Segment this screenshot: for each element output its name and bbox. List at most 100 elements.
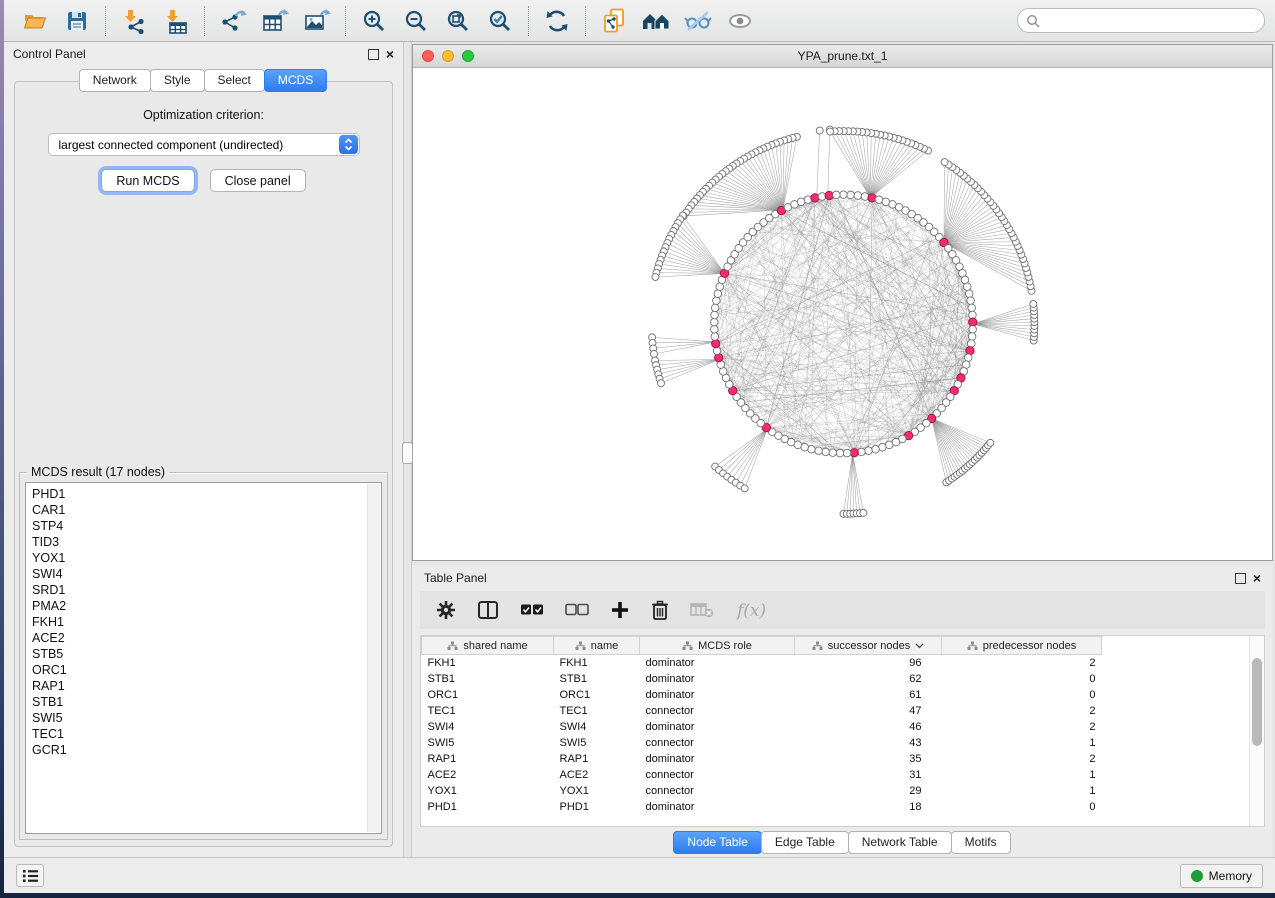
function-builder-button[interactable]: f(x) (735, 598, 773, 622)
mcds-list-scrollbar[interactable] (367, 484, 380, 832)
table-row[interactable]: SWI5SWI5connector431 (422, 735, 1250, 751)
mcds-node[interactable] (850, 449, 858, 457)
network-node[interactable] (941, 159, 948, 166)
tab-select[interactable]: Select (204, 69, 265, 92)
table-settings-button[interactable] (436, 600, 456, 620)
network-node[interactable] (652, 274, 659, 281)
tab-style[interactable]: Style (150, 69, 205, 92)
column-header-predecessor-nodes[interactable]: predecessor nodes (942, 637, 1102, 655)
window-close-icon[interactable] (422, 50, 434, 62)
mcds-result-item[interactable]: TEC1 (32, 726, 381, 742)
table-row[interactable]: SWI4SWI4dominator462 (422, 719, 1250, 735)
save-session-button[interactable] (56, 4, 98, 38)
network-node[interactable] (860, 509, 867, 516)
column-header-name[interactable]: name (554, 637, 640, 655)
network-node[interactable] (827, 128, 834, 135)
show-columns-button[interactable] (477, 600, 499, 620)
table-scrollbar[interactable] (1249, 636, 1264, 826)
mcds-result-item[interactable]: PHD1 (32, 486, 381, 502)
network-node[interactable] (713, 297, 721, 305)
mcds-node[interactable] (712, 339, 720, 347)
mcds-result-item[interactable]: SWI5 (32, 710, 381, 726)
network-node[interactable] (711, 304, 719, 312)
network-node[interactable] (963, 283, 971, 291)
network-node[interactable] (833, 191, 841, 199)
delete-table-button[interactable] (690, 601, 714, 619)
close-panel-button[interactable]: Close panel (210, 169, 306, 192)
zoom-fit-button[interactable] (437, 4, 479, 38)
tab-mcds[interactable]: MCDS (264, 69, 327, 92)
column-header-MCDS-role[interactable]: MCDS role (640, 637, 795, 655)
network-node[interactable] (711, 326, 719, 334)
first-neighbors-button[interactable] (635, 4, 677, 38)
network-node[interactable] (710, 318, 718, 326)
close-table-panel-icon[interactable]: × (1253, 574, 1261, 583)
mcds-result-item[interactable]: YOX1 (32, 550, 381, 566)
network-node[interactable] (1030, 300, 1037, 307)
export-table-button[interactable] (254, 4, 296, 38)
mcds-result-item[interactable]: GCR1 (32, 742, 381, 758)
import-table-button[interactable] (155, 4, 197, 38)
network-node[interactable] (961, 276, 969, 284)
deselect-all-button[interactable] (565, 603, 589, 617)
network-node[interactable] (967, 297, 975, 305)
column-header-successor-nodes[interactable]: successor nodes (795, 637, 942, 655)
float-panel-icon[interactable] (368, 49, 379, 60)
table-row[interactable]: ORC1ORC1dominator610 (422, 687, 1250, 703)
optimization-select[interactable]: largest connected component (undirected) (48, 133, 360, 156)
mcds-result-item[interactable]: CAR1 (32, 502, 381, 518)
tab-node-table[interactable]: Node Table (673, 831, 762, 854)
table-row[interactable]: RAP1RAP1dominator352 (422, 751, 1250, 767)
close-panel-icon[interactable]: × (386, 50, 394, 59)
network-node[interactable] (854, 192, 862, 200)
network-node[interactable] (965, 290, 973, 298)
splitter-handle[interactable] (402, 442, 413, 464)
search-input[interactable] (1045, 13, 1256, 29)
zoom-selected-button[interactable] (479, 4, 521, 38)
show-all-button[interactable] (719, 4, 761, 38)
task-history-button[interactable] (16, 864, 44, 887)
mcds-result-item[interactable]: STB5 (32, 646, 381, 662)
float-table-panel-icon[interactable] (1235, 573, 1246, 584)
memory-button[interactable]: Memory (1180, 864, 1263, 888)
select-all-button[interactable] (520, 603, 544, 617)
window-minimize-icon[interactable] (442, 50, 454, 62)
network-view[interactable] (413, 68, 1272, 560)
table-row[interactable]: TEC1TEC1connector472 (422, 703, 1250, 719)
table-row[interactable]: STB1STB1dominator620 (422, 671, 1250, 687)
mcds-result-item[interactable]: TID3 (32, 534, 381, 550)
mcds-result-item[interactable]: SRD1 (32, 582, 381, 598)
tab-motifs[interactable]: Motifs (951, 831, 1011, 854)
network-node[interactable] (657, 380, 664, 387)
network-node[interactable] (816, 127, 823, 134)
open-session-button[interactable] (14, 4, 56, 38)
network-node[interactable] (968, 304, 976, 312)
network-node[interactable] (875, 196, 883, 204)
network-node[interactable] (711, 311, 719, 319)
network-node[interactable] (879, 443, 887, 451)
network-node[interactable] (651, 350, 658, 357)
export-network-button[interactable] (212, 4, 254, 38)
network-node[interactable] (711, 333, 719, 341)
run-mcds-button[interactable]: Run MCDS (101, 169, 194, 192)
tab-network[interactable]: Network (79, 69, 151, 92)
table-row[interactable]: YOX1YOX1connector291 (422, 783, 1250, 799)
network-node[interactable] (987, 439, 994, 446)
create-column-button[interactable] (610, 600, 630, 620)
export-image-button[interactable] (296, 4, 338, 38)
mcds-result-item[interactable]: RAP1 (32, 678, 381, 694)
mcds-node[interactable] (811, 194, 819, 202)
network-node[interactable] (808, 445, 816, 453)
network-node[interactable] (822, 448, 830, 456)
table-row[interactable]: PHD1PHD1dominator180 (422, 799, 1250, 815)
import-network-button[interactable] (113, 4, 155, 38)
zoom-in-button[interactable] (353, 4, 395, 38)
clone-network-button[interactable] (593, 4, 635, 38)
table-row[interactable]: FKH1FKH1dominator962 (422, 655, 1250, 672)
network-node[interactable] (815, 447, 823, 455)
mcds-result-item[interactable]: FKH1 (32, 614, 381, 630)
zoom-out-button[interactable] (395, 4, 437, 38)
network-node[interactable] (829, 449, 837, 457)
mcds-node[interactable] (969, 318, 977, 326)
network-titlebar[interactable]: YPA_prune.txt_1 (413, 45, 1272, 68)
